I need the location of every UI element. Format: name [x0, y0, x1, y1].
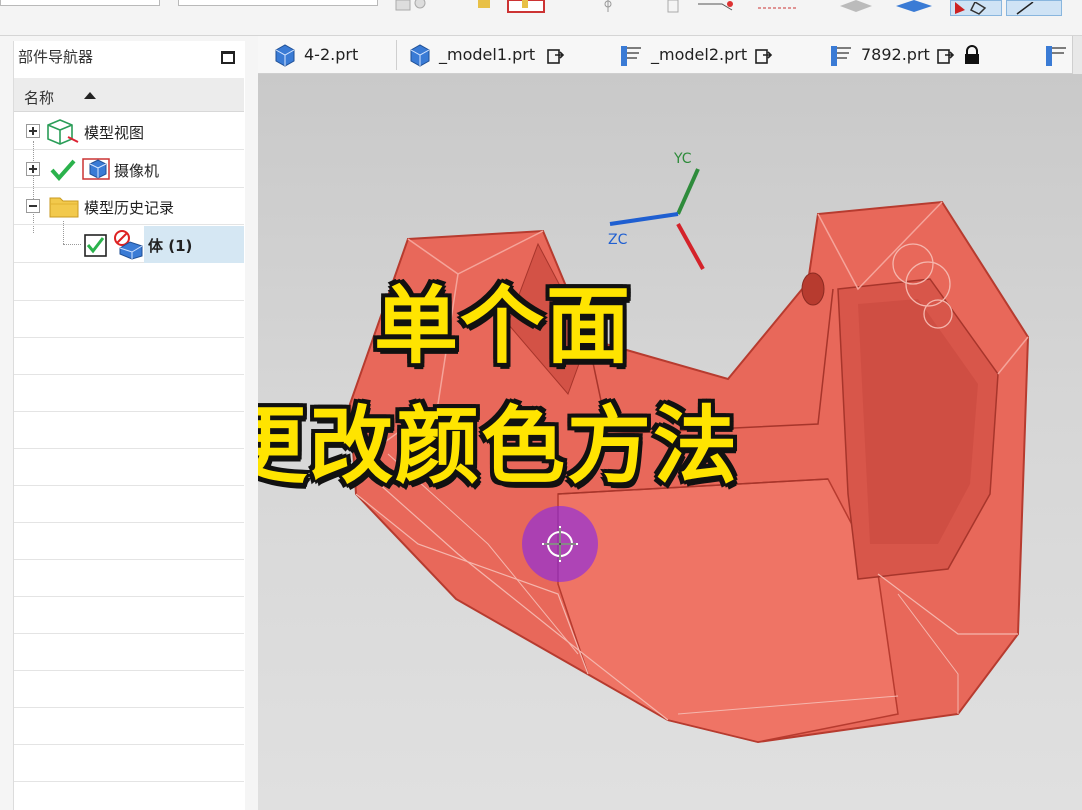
expand-icon[interactable] [26, 162, 40, 176]
tree-empty-row [14, 375, 244, 412]
navigator-title: 部件导航器 [18, 48, 94, 66]
toolbar-select-button[interactable] [950, 0, 1002, 16]
body-feature-icon [114, 230, 143, 260]
modified-icon [547, 49, 565, 64]
tree-empty-row [14, 523, 244, 560]
modified-icon [755, 49, 773, 64]
tree-empty-row [14, 708, 244, 745]
tree-item-model-history[interactable]: 模型历史记录 [14, 188, 244, 225]
ribbon-toolbar [0, 0, 1082, 36]
tree-item-label: 模型历史记录 [84, 199, 175, 217]
axis-label-z: ZC [608, 232, 628, 248]
model-views-icon [47, 119, 79, 145]
tab-scroll[interactable] [1072, 36, 1082, 74]
graphics-viewport[interactable]: YC ZC 单个面 更改颜色方法 [258, 74, 1082, 810]
folder-icon [49, 197, 79, 218]
maximize-icon[interactable] [221, 51, 235, 64]
tree-empty-row [14, 782, 244, 810]
green-check-icon [50, 159, 76, 182]
modified-icon [937, 49, 955, 64]
tree-item-cameras[interactable]: 摄像机 [14, 151, 244, 188]
expand-icon[interactable] [26, 124, 40, 138]
tree-empty-row [14, 412, 244, 449]
tab-model1[interactable]: _model1.prt [403, 36, 583, 74]
tree-empty-row [14, 264, 244, 301]
tab-label: _model1.prt [439, 45, 536, 64]
tree-empty-row [14, 301, 244, 338]
collapse-icon[interactable] [26, 199, 40, 213]
part-icon [410, 44, 430, 67]
tab-4-2[interactable]: 4-2.prt [266, 36, 396, 74]
tree-empty-row [14, 560, 244, 597]
tab-label: 4-2.prt [304, 45, 359, 64]
lock-icon [965, 45, 979, 64]
tree-item-label: 模型视图 [84, 124, 145, 142]
tree-empty-row [14, 745, 244, 782]
tab-label: _model2.prt [651, 45, 748, 64]
column-header-name[interactable]: 名称 [14, 78, 244, 112]
toolbar-field-2[interactable] [178, 0, 378, 6]
part-icon [275, 44, 295, 67]
toolbar-tool-icon[interactable] [472, 0, 552, 14]
document-tabs: 4-2.prt _model1.prt _model2.prt 7892.prt [258, 36, 1082, 74]
toolbar-shade-icon[interactable] [836, 0, 946, 14]
drawing-icon [831, 46, 851, 66]
app-window: 部件导航器 名称 模型视图 摄像机 模型历史记录 体 (1) 4-2.prt _… [0, 0, 1082, 810]
tree-empty-row [14, 671, 244, 708]
drawing-icon [621, 46, 641, 66]
toolbar-wcs-icon[interactable] [662, 0, 802, 14]
toolbar-field-1[interactable] [0, 0, 160, 6]
tree-empty-row [14, 449, 244, 486]
drawing-icon [1046, 46, 1066, 66]
axis-label-y: YC [673, 151, 692, 167]
toolbar-view-icon[interactable] [392, 0, 432, 14]
toolbar-line-button[interactable] [1006, 0, 1062, 16]
tree-empty-row [14, 338, 244, 375]
tab-separator [396, 40, 397, 70]
tree-item-label: 摄像机 [114, 162, 160, 180]
tree-item-label: 体 (1) [148, 237, 193, 255]
overlay-title-line1: 单个面 [374, 277, 633, 375]
overlay-title-line2: 更改颜色方法 [258, 397, 740, 495]
sort-ascending-icon [84, 92, 96, 99]
tree-empty-row [14, 634, 244, 671]
column-header-label: 名称 [24, 89, 55, 107]
tree-item-body[interactable]: 体 (1) [14, 226, 244, 263]
checkbox-checked-icon[interactable] [84, 234, 108, 258]
camera-icon [82, 158, 110, 180]
toolbar-point-icon[interactable] [596, 0, 626, 14]
tab-7892[interactable]: 7892.prt [823, 36, 1003, 74]
tab-label: 7892.prt [861, 45, 930, 64]
tree-empty-row [14, 597, 244, 634]
part-navigator: 部件导航器 名称 模型视图 摄像机 模型历史记录 体 (1) [0, 36, 258, 810]
tree-item-model-views[interactable]: 模型视图 [14, 113, 244, 150]
tree-empty-row [14, 486, 244, 523]
tab-model2[interactable]: _model2.prt [613, 36, 793, 74]
